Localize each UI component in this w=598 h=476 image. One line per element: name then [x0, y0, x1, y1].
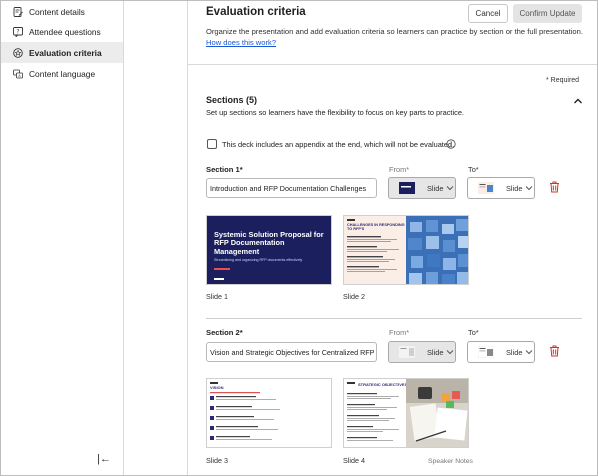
slide-thumbnail-icon — [399, 182, 415, 194]
slide-4-title: STRATEGIC OBJECTIVES — [358, 382, 408, 387]
sidebar-item-label: Content language — [29, 68, 96, 79]
slide-thumbnail-icon — [478, 182, 494, 194]
sidebar-item-label: Evaluation criteria — [29, 47, 102, 58]
content-gutter-divider — [187, 1, 188, 475]
slide-3-body-text — [210, 392, 280, 440]
slide-3-title: VISION — [210, 385, 224, 390]
appendix-checkbox-label: This deck includes an appendix at the en… — [222, 140, 455, 149]
sidebar-item-content-language[interactable]: A Content language — [1, 63, 123, 84]
slide-2-caption: Slide 2 — [343, 292, 365, 301]
section-1-label: Section 1* — [206, 165, 243, 174]
slide-1-caption: Slide 1 — [206, 292, 228, 301]
slide-3-caption: Slide 3 — [206, 456, 228, 465]
info-icon[interactable] — [446, 139, 456, 149]
sidebar-item-content-details[interactable]: Content details — [1, 1, 123, 22]
page-title: Evaluation criteria — [206, 6, 306, 18]
confirm-update-button[interactable]: Confirm Update — [513, 4, 582, 23]
slide-4-logo — [347, 382, 355, 384]
slide-1-title: Systemic Solution Proposal for RFP Docum… — [214, 230, 324, 256]
sidebar-item-attendee-questions[interactable]: ? Attendee questions — [1, 21, 123, 42]
sections-title: Sections (5) — [206, 95, 258, 105]
chevron-down-icon — [447, 186, 454, 191]
collapse-sidebar-icon[interactable]: |← — [97, 453, 111, 465]
slide-1-thumbnail[interactable]: Systemic Solution Proposal for RFP Docum… — [206, 215, 332, 285]
sections-description: Set up sections so learners have the fle… — [206, 108, 464, 117]
sidebar-divider — [123, 1, 124, 475]
section-1-to-select[interactable]: Slide — [467, 177, 535, 199]
section-2-to-select[interactable]: Slide — [467, 341, 535, 363]
slide-4-caption: Slide 4 — [343, 456, 365, 465]
slide-3-logo — [210, 382, 218, 384]
to-value: Slide — [506, 347, 523, 357]
slide-thumbnail-icon — [399, 346, 415, 358]
page-description: Organize the presentation and add evalua… — [206, 27, 583, 36]
sidebar-item-label: Content details — [29, 6, 85, 17]
how-does-this-work-link[interactable]: How does this work? — [206, 38, 276, 47]
slide-1-logo — [214, 278, 224, 280]
chevron-down-icon — [526, 186, 533, 191]
to-label: To* — [468, 328, 479, 337]
slide-2-thumbnail[interactable]: CHALLENGES IN RESPONDING TO RFP'S — [343, 215, 469, 285]
slide-4-body-text — [347, 393, 399, 441]
slide-thumbnail-icon — [478, 346, 494, 358]
sidebar: Content details ? Attendee questions Eva… — [1, 1, 123, 475]
language-icon: A — [13, 69, 23, 79]
section-2-label: Section 2* — [206, 328, 243, 337]
slide-2-blocks-image — [406, 216, 468, 284]
slide-4-thumbnail[interactable]: STRATEGIC OBJECTIVES — [343, 378, 469, 448]
chevron-down-icon — [447, 350, 454, 355]
section-divider — [206, 318, 582, 319]
speaker-notes-link[interactable]: Speaker Notes — [428, 458, 473, 465]
from-label: From* — [389, 328, 410, 337]
sidebar-item-label: Attendee questions — [29, 26, 101, 37]
badge-star-icon — [13, 47, 23, 58]
from-label: From* — [389, 165, 410, 174]
section-1-name-input[interactable]: Introduction and RFP Documentation Chall… — [206, 178, 377, 198]
slide-2-title: CHALLENGES IN RESPONDING TO RFP'S — [347, 223, 405, 232]
to-label: To* — [468, 165, 479, 174]
required-note: * Required — [546, 77, 580, 84]
header-divider — [188, 64, 597, 65]
slide-4-desk-photo — [406, 379, 468, 447]
sidebar-item-evaluation-criteria[interactable]: Evaluation criteria — [1, 42, 123, 63]
appendix-checkbox[interactable] — [207, 139, 217, 149]
delete-section-1-trash-icon[interactable] — [549, 181, 560, 193]
document-edit-icon — [13, 6, 23, 17]
section-2-name-input[interactable]: Vision and Strategic Objectives for Cent… — [206, 342, 377, 362]
slide-2-body-text — [347, 236, 399, 272]
slide-1-subtitle: Streamlining and organizing RFP document… — [214, 258, 303, 262]
slide-2-logo — [347, 219, 355, 221]
from-value: Slide — [427, 347, 444, 357]
delete-section-2-trash-icon[interactable] — [549, 345, 560, 357]
section-1-from-select[interactable]: Slide — [388, 177, 456, 199]
cancel-button[interactable]: Cancel — [468, 4, 508, 23]
section-2-from-select[interactable]: Slide — [388, 341, 456, 363]
slide-1-accent — [214, 268, 230, 270]
slide-3-thumbnail[interactable]: VISION — [206, 378, 332, 448]
question-box-icon: ? — [13, 26, 23, 37]
chevron-up-icon[interactable] — [573, 97, 583, 105]
from-value: Slide — [427, 183, 444, 193]
svg-text:?: ? — [16, 28, 19, 35]
chevron-down-icon — [526, 350, 533, 355]
to-value: Slide — [506, 183, 523, 193]
